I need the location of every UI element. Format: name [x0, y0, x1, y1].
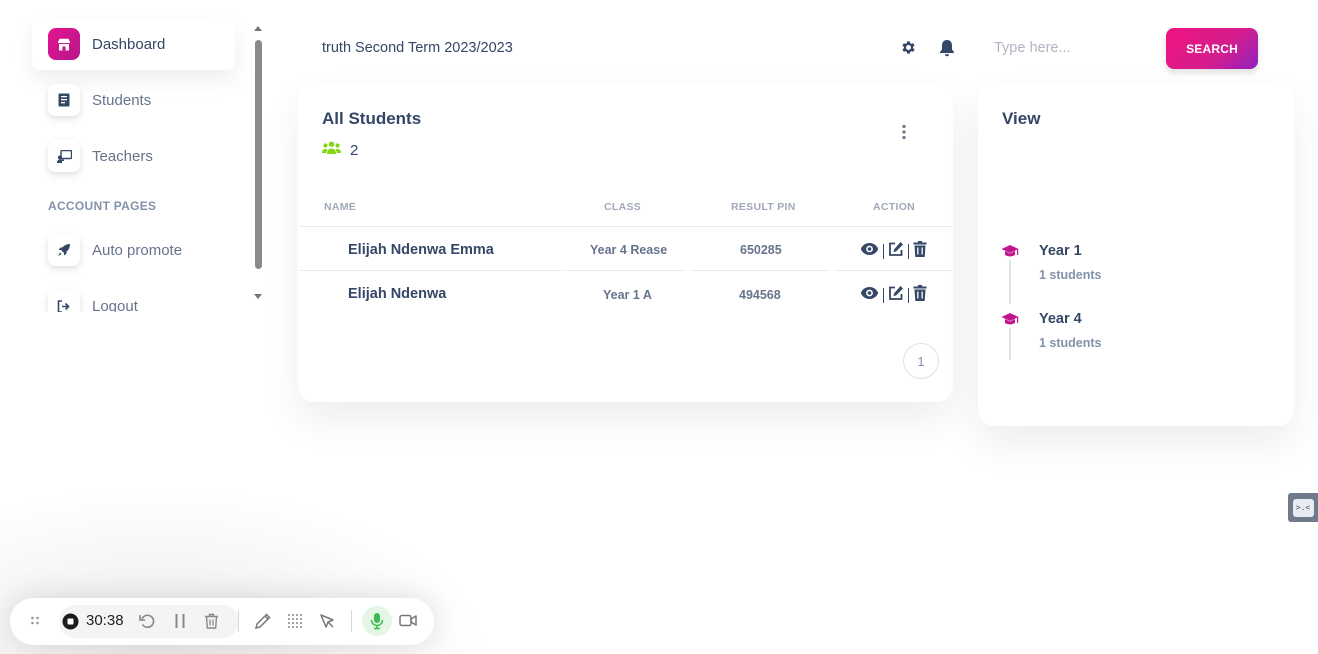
sidebar-item-auto-promote[interactable]: Auto promote: [32, 224, 235, 276]
search-input[interactable]: [982, 30, 1152, 66]
table-divider: [834, 270, 952, 271]
screen-recorder-toolbar: 30:38: [10, 598, 434, 645]
sidebar-item-label: Logout: [92, 297, 138, 313]
teacher-board-icon: [48, 140, 80, 172]
student-name: Elijah Ndenwa Emma: [348, 242, 494, 258]
sidebar-item-label: Students: [92, 91, 152, 109]
table-divider: [566, 270, 686, 271]
column-header-class: CLASS: [604, 201, 642, 213]
eye-icon[interactable]: [860, 242, 879, 261]
document-icon: [48, 84, 80, 116]
scroll-up-arrow[interactable]: [254, 26, 262, 31]
rocket-icon: [48, 234, 80, 266]
edit-icon[interactable]: [888, 241, 904, 262]
card-title: View: [1002, 109, 1041, 128]
action-separator: [908, 244, 909, 259]
delete-recording-icon[interactable]: [204, 613, 219, 629]
eye-icon[interactable]: [860, 286, 879, 305]
pen-icon[interactable]: [254, 612, 272, 630]
timeline-class-name: Year 4: [1039, 311, 1082, 327]
pagination-page-1[interactable]: 1: [903, 343, 939, 379]
view-card: View Year 1 1 students Year 4 1 students: [978, 84, 1294, 426]
scroll-down-arrow[interactable]: [254, 294, 262, 299]
toolbar-divider: [238, 610, 239, 632]
microphone-icon[interactable]: [370, 612, 384, 630]
students-count-value: 2: [350, 141, 359, 159]
action-separator: [908, 288, 909, 303]
toolbar-divider: [351, 610, 352, 632]
side-widget-toggle[interactable]: >.<: [1288, 493, 1318, 522]
sidebar-item-dashboard[interactable]: Dashboard: [32, 18, 235, 70]
column-header-action: ACTION: [873, 201, 916, 213]
timeline-line: [1009, 328, 1011, 360]
camera-icon[interactable]: [399, 614, 417, 627]
row-actions: [860, 241, 927, 262]
search-button[interactable]: SEARCH: [1166, 28, 1258, 69]
timeline-class-count: 1 students: [1039, 336, 1102, 350]
sidebar-item-students[interactable]: Students: [32, 74, 235, 126]
store-icon: [48, 28, 80, 60]
current-term: truth Second Term 2023/2023: [322, 40, 513, 56]
student-class: Year 1 A: [603, 288, 652, 302]
edit-icon[interactable]: [888, 285, 904, 306]
timeline-class-count: 1 students: [1039, 268, 1102, 282]
student-result-pin: 650285: [740, 243, 782, 257]
students-count: 2: [322, 141, 358, 159]
logout-icon: [48, 290, 80, 312]
bell-icon[interactable]: [939, 39, 957, 57]
more-options-icon[interactable]: [901, 124, 909, 142]
timeline-class-name: Year 1: [1039, 243, 1082, 259]
pause-icon[interactable]: [173, 613, 187, 629]
column-header-name: NAME: [324, 201, 357, 213]
card-title: All Students: [322, 109, 422, 128]
sidebar-item-label: Teachers: [92, 147, 153, 165]
sidebar-item-teachers[interactable]: Teachers: [32, 130, 235, 182]
graduation-cap-icon: [1001, 244, 1019, 260]
sidebar-item-logout[interactable]: Logout: [32, 280, 235, 312]
trash-icon[interactable]: [913, 241, 927, 262]
restart-icon[interactable]: [138, 612, 156, 630]
column-header-result-pin: RESULT PIN: [731, 201, 796, 213]
section-title-account-pages: ACCOUNT PAGES: [48, 199, 157, 213]
recording-timer: 30:38: [86, 612, 124, 629]
timeline-line: [1009, 260, 1011, 304]
row-actions: [860, 285, 927, 306]
action-separator: [883, 288, 884, 303]
blur-grid-icon[interactable]: [287, 613, 303, 629]
drag-handle-icon[interactable]: [30, 614, 40, 628]
sidebar-item-label: Dashboard: [92, 35, 166, 53]
users-group-icon: [322, 141, 341, 159]
chat-face-icon: >.<: [1292, 498, 1314, 517]
stop-recording-icon[interactable]: [62, 613, 79, 630]
table-divider: [300, 270, 564, 271]
table-divider: [690, 270, 830, 271]
table-divider: [300, 226, 952, 227]
cursor-highlight-icon[interactable]: [318, 612, 336, 630]
sidebar-item-label: Auto promote: [92, 241, 183, 259]
action-separator: [883, 244, 884, 259]
graduation-cap-icon: [1001, 312, 1019, 328]
sidebar: Dashboard Students Teachers ACCOUNT PAGE…: [0, 0, 268, 312]
student-result-pin: 494568: [739, 288, 781, 302]
student-name: Elijah Ndenwa: [348, 286, 447, 302]
trash-icon[interactable]: [913, 285, 927, 306]
gear-icon[interactable]: [900, 39, 918, 57]
sidebar-scrollbar-thumb[interactable]: [255, 40, 262, 269]
student-class: Year 4 Rease: [590, 243, 668, 257]
all-students-card: All Students 2 NAME CLASS RESULT PIN ACT…: [298, 84, 953, 402]
